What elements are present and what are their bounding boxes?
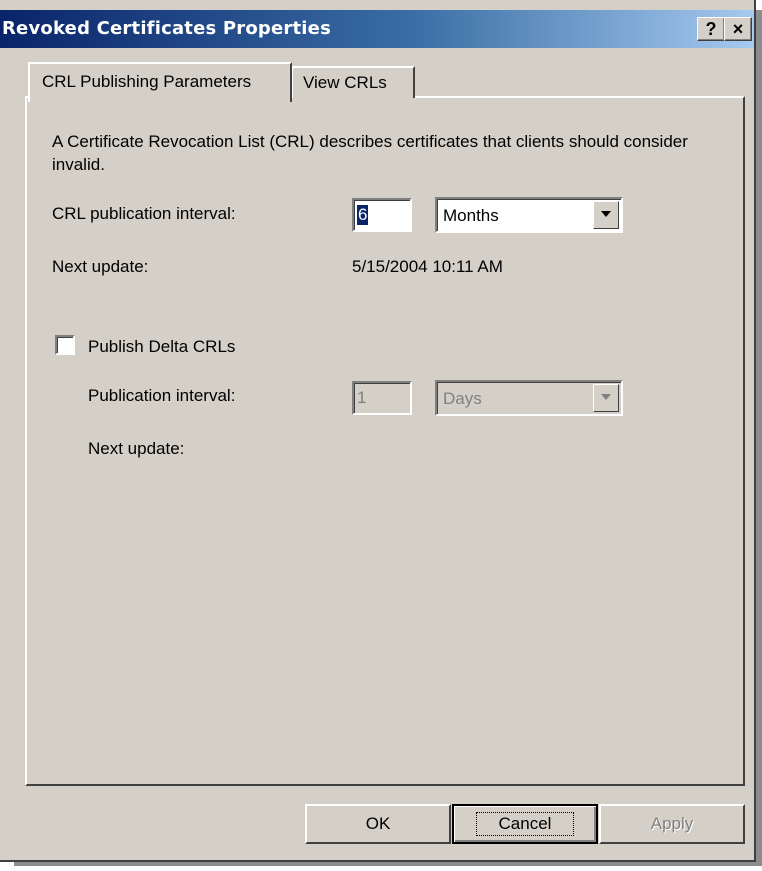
- tab-view-crls[interactable]: View CRLs: [291, 66, 415, 98]
- title-bar[interactable]: Revoked Certificates Properties ? ×: [0, 10, 754, 48]
- ok-button-label: OK: [365, 814, 391, 833]
- tab-panel: [25, 96, 745, 786]
- close-button[interactable]: ×: [724, 17, 752, 41]
- tab-crl-publishing-parameters[interactable]: CRL Publishing Parameters: [28, 62, 292, 102]
- tab-label: View CRLs: [303, 73, 387, 92]
- apply-button-label: Apply: [650, 814, 694, 833]
- apply-button[interactable]: Apply: [599, 804, 745, 844]
- cancel-button[interactable]: Cancel: [452, 804, 598, 844]
- focus-rectangle: [476, 812, 574, 836]
- tab-label: CRL Publishing Parameters: [42, 72, 252, 91]
- ok-button[interactable]: OK: [305, 804, 451, 844]
- window-title: Revoked Certificates Properties: [2, 18, 331, 39]
- help-button[interactable]: ?: [697, 17, 725, 41]
- properties-dialog: Revoked Certificates Properties ? × CRL …: [0, 0, 756, 862]
